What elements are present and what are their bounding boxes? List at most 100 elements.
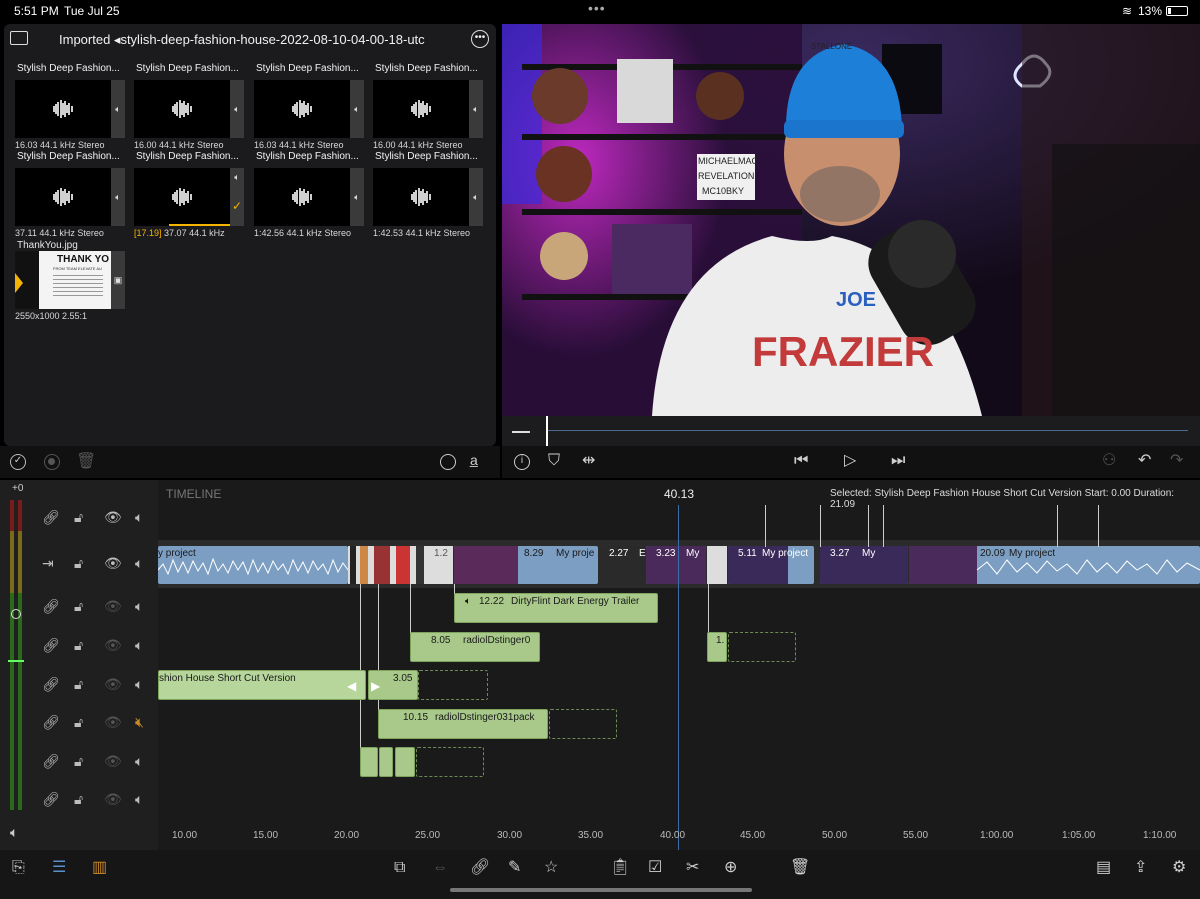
eye-icon[interactable]: 👁︎ <box>104 676 122 693</box>
link-icon[interactable]: 🔗︎ <box>42 637 60 654</box>
clipboard-icon[interactable]: 📋︎ <box>610 860 630 876</box>
marker-icon[interactable]: ⛉ <box>548 453 560 469</box>
eye-icon[interactable]: 👁︎ <box>104 753 122 770</box>
play-icon[interactable]: ▷ <box>844 453 856 469</box>
voiceover-icon[interactable]: ⚇ <box>1102 453 1116 469</box>
media-item[interactable]: Stylish Deep Fashion... 🔈︎ 16.03 44.1 kH… <box>254 63 366 151</box>
pen-icon[interactable]: ✎ <box>508 860 521 876</box>
add-circle-icon[interactable]: ⊕ <box>724 860 737 876</box>
audio-placeholder-3[interactable] <box>549 709 617 739</box>
audio-clip-radio1[interactable]: 8.05 radiolDstinger0 <box>410 632 540 662</box>
select-check-icon[interactable]: ✓ <box>10 454 26 470</box>
volume-icon[interactable]: 🔈︎ <box>135 637 143 654</box>
trim-left-icon[interactable]: ◀ <box>347 679 356 693</box>
audio-placeholder-2[interactable] <box>418 670 488 700</box>
volume-icon[interactable]: 🔈︎ <box>135 509 143 526</box>
more-icon[interactable]: ••• <box>471 30 489 48</box>
main-clip-logo[interactable] <box>707 546 727 584</box>
undo-icon[interactable]: ↶ <box>1138 453 1151 469</box>
link-icon[interactable]: 🔗︎ <box>42 509 60 526</box>
eye-icon[interactable]: 👁︎ <box>104 555 122 572</box>
share-icon[interactable]: ⇪ <box>1134 860 1147 876</box>
lock-icon[interactable]: 🔓︎ <box>74 753 83 770</box>
audio-clip-radio2[interactable]: 10.15 radiolDstinger031pack <box>378 709 548 739</box>
audio-clip-small-2[interactable] <box>379 747 393 777</box>
eye-icon[interactable]: 👁︎ <box>104 714 122 731</box>
audio-clip-small-3[interactable] <box>395 747 415 777</box>
lock-icon[interactable]: 🔓︎ <box>74 637 83 654</box>
lock-icon[interactable]: 🔓︎ <box>74 555 83 572</box>
link-icon[interactable]: 🔗︎ <box>42 598 60 615</box>
volume-icon[interactable]: 🔈︎ <box>135 791 143 808</box>
scissors-icon[interactable]: ✂ <box>686 860 699 876</box>
video-preview[interactable]: STALLONE MICHAELMAC REVELATION MC10BKY J… <box>502 24 1200 416</box>
eye-icon[interactable]: 👁︎ <box>104 598 122 615</box>
volume-icon[interactable]: 🔈︎ <box>135 676 143 693</box>
main-clip-thumbs[interactable]: 1.2 <box>348 546 453 584</box>
link-icon[interactable]: 🔗︎ <box>42 676 60 693</box>
forward-icon[interactable]: ⇥ <box>42 555 54 572</box>
media-item[interactable]: Stylish Deep Fashion... 🔈︎ 16.00 44.1 kH… <box>373 63 485 151</box>
main-clip-5[interactable]: 3.27 My <box>820 546 908 584</box>
redo-icon[interactable]: ↷ <box>1170 453 1183 469</box>
layout-icon[interactable]: ▤ <box>1096 860 1111 876</box>
image-item[interactable]: ThankYou.jpg THANK YO FROM TEAM ELEVATE … <box>15 240 127 324</box>
select-box-icon[interactable]: ☑ <box>648 860 662 876</box>
audio-clip-tiny[interactable]: 1. <box>707 632 727 662</box>
scrub-playhead[interactable] <box>546 416 548 446</box>
main-clip-6[interactable]: 20.09 My project <box>909 546 1200 584</box>
media-item[interactable]: Stylish Deep Fashion... 🔈︎ ✓ [17.19] 37.0… <box>134 151 246 239</box>
multitasking-dots[interactable]: ••• <box>588 0 606 16</box>
audio-clip-small-1[interactable] <box>360 747 378 777</box>
timeline-playhead[interactable] <box>678 505 679 850</box>
main-clip-1[interactable]: y project <box>158 546 348 584</box>
media-item[interactable]: Stylish Deep Fashion... 🔈︎ 1:42.53 44.1 … <box>373 151 485 239</box>
timeline[interactable]: TIMELINE 40.13 Selected: Stylish Deep Fa… <box>158 480 1200 850</box>
lock-icon[interactable]: 🔓︎ <box>74 676 83 693</box>
audio-clip-fashion2[interactable]: ▶ 3.05 <box>368 670 418 700</box>
audio-placeholder-1[interactable] <box>728 632 796 662</box>
eye-icon[interactable]: 👁︎ <box>104 791 122 808</box>
lock-icon[interactable]: 🔓︎ <box>74 509 83 526</box>
main-clip-3[interactable]: 3.23 My <box>646 546 706 584</box>
mute-icon[interactable]: 🔇︎ <box>135 714 144 731</box>
settings-gear-icon[interactable]: ⚙ <box>1172 860 1186 876</box>
audio-clip-dirtyflint[interactable]: 🔈︎ 12.22 DirtyFlint Dark Energy Trailer <box>454 593 658 623</box>
split-icon[interactable]: ⇹ <box>582 453 595 469</box>
info-icon[interactable]: i <box>514 454 530 470</box>
favorite-icon[interactable]: ☆ <box>544 860 558 876</box>
delete-icon[interactable]: 🗑︎ <box>790 860 810 876</box>
skip-forward-icon[interactable]: ⏭ <box>891 453 905 469</box>
lock-icon[interactable]: 🔓︎ <box>74 791 83 808</box>
add-track-icon[interactable]: ⧉ <box>394 860 405 876</box>
eye-icon[interactable]: 👁︎ <box>104 637 122 654</box>
lock-icon[interactable]: 🔓︎ <box>74 598 83 615</box>
eye-icon[interactable]: 👁︎ <box>104 509 122 526</box>
media-item[interactable]: Stylish Deep Fashion... 🔈︎ 37.11 44.1 kH… <box>15 151 127 239</box>
volume-icon[interactable]: 🔈︎ <box>135 598 143 615</box>
media-item[interactable]: Stylish Deep Fashion... 🔈︎ 16.03 44.1 kH… <box>15 63 127 151</box>
audio-levels-icon[interactable]: ▥ <box>92 860 107 876</box>
list-view-icon[interactable]: ☰ <box>52 860 66 876</box>
main-clip-4[interactable]: 5.11 My project <box>728 546 814 584</box>
level-knob[interactable] <box>11 609 21 619</box>
link-icon[interactable]: 🔗︎ <box>470 860 490 876</box>
record-icon[interactable] <box>44 454 60 470</box>
volume-icon[interactable]: 🔈︎ <box>135 555 143 572</box>
link-icon[interactable]: 🔗︎ <box>42 753 60 770</box>
audio-placeholder-4[interactable] <box>416 747 484 777</box>
audio-clip-fashion-selected[interactable]: shion House Short Cut Version ◀ <box>158 670 366 700</box>
media-item[interactable]: Stylish Deep Fashion... 🔈︎ 16.00 44.1 kH… <box>134 63 246 151</box>
skip-back-icon[interactable]: ⏮ <box>794 453 808 469</box>
link-icon[interactable]: 🔗︎ <box>42 714 60 731</box>
export-track-icon[interactable]: ⎘ <box>12 860 25 876</box>
gap-clip[interactable]: 2.27 E <box>599 546 646 584</box>
sort-icon[interactable]: a̲ <box>470 452 478 468</box>
main-clip-2[interactable]: 8.29 My proje <box>454 546 598 584</box>
speaker-icon[interactable]: 🔈︎ <box>10 824 18 841</box>
volume-icon[interactable]: 🔈︎ <box>135 753 143 770</box>
split-clip-icon[interactable]: ⇔ <box>432 860 448 876</box>
folder-title[interactable]: Imported ◂stylish-deep-fashion-house-202… <box>59 32 425 48</box>
link-icon[interactable]: 🔗︎ <box>42 791 60 808</box>
folder-icon[interactable] <box>10 31 28 45</box>
